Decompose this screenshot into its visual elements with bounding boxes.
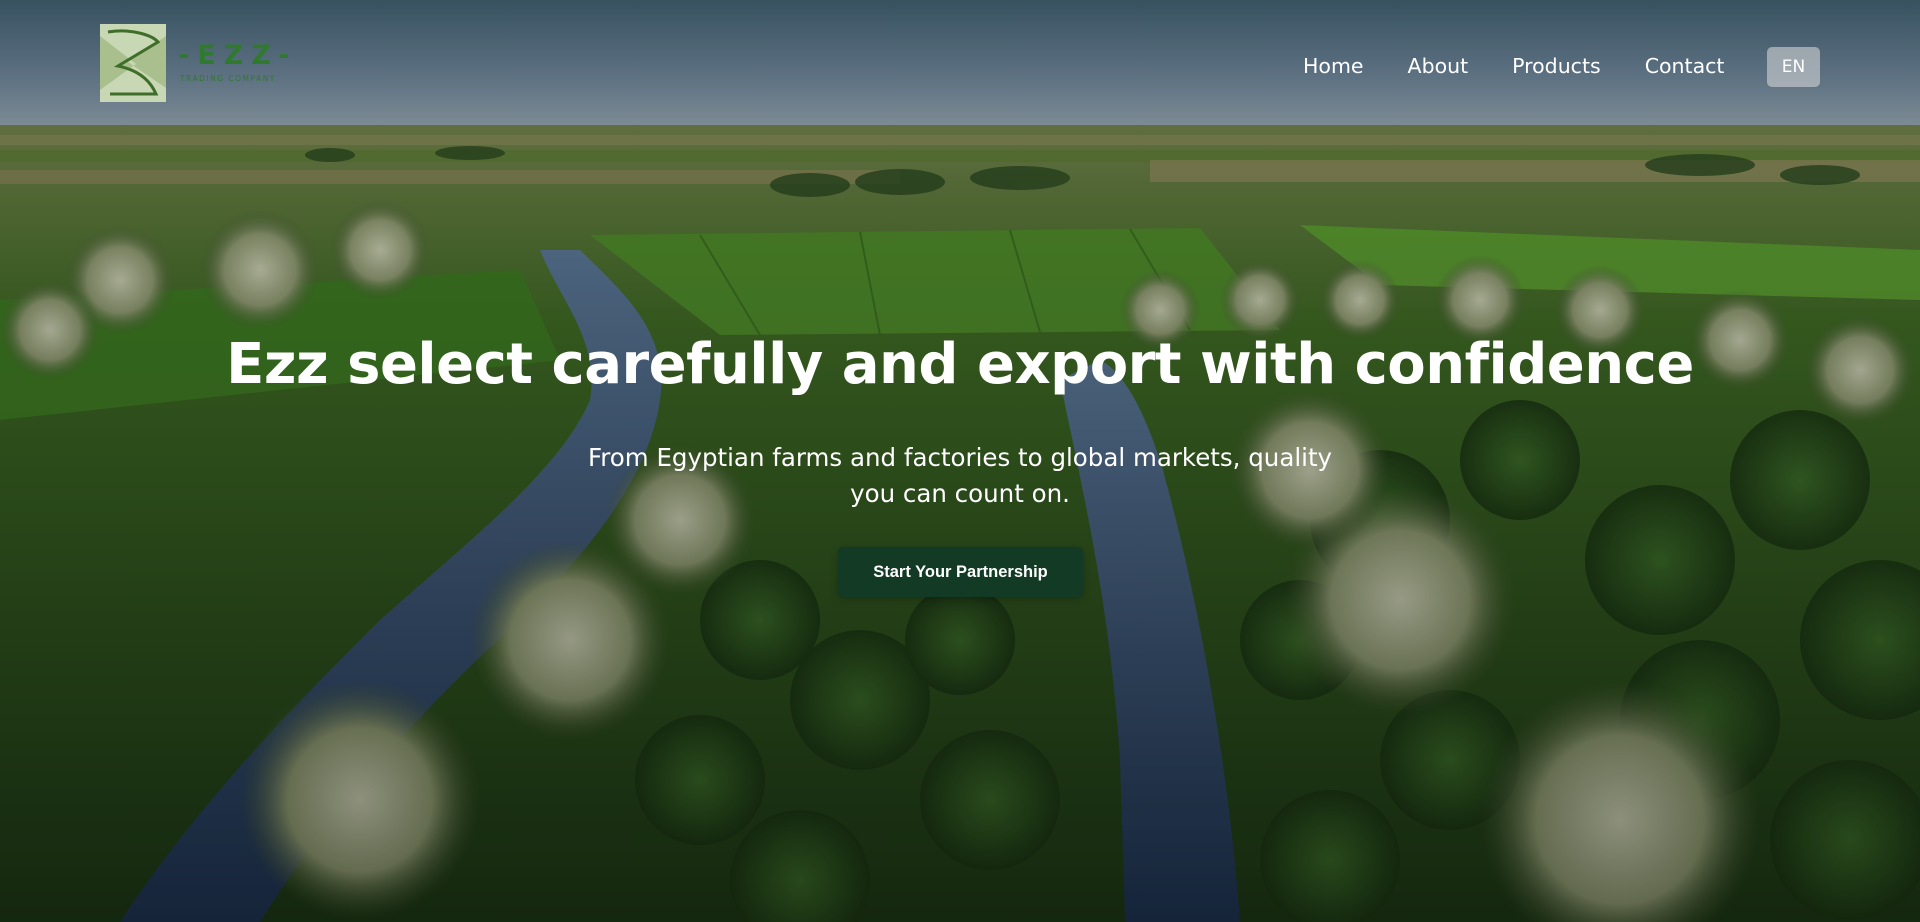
language-switcher[interactable]: EN bbox=[1767, 47, 1820, 87]
top-navigation: -EZZ- TRADING COMPANY Home About Product… bbox=[0, 0, 1920, 128]
company-logo[interactable]: -EZZ- TRADING COMPANY bbox=[98, 22, 298, 106]
nav-products-link[interactable]: Products bbox=[1512, 53, 1601, 79]
logo-wordmark: -EZZ- bbox=[178, 40, 298, 71]
main-menu: Home About Products Contact bbox=[1303, 53, 1768, 79]
hero-subtitle: From Egyptian farms and factories to glo… bbox=[587, 443, 1333, 508]
logo-tagline: TRADING COMPANY bbox=[180, 74, 276, 83]
hero-title: Ezz select carefully and export with con… bbox=[226, 332, 1694, 397]
start-partnership-button[interactable]: Start Your Partnership bbox=[838, 547, 1083, 597]
nav-contact-link[interactable]: Contact bbox=[1645, 53, 1725, 79]
hero-section: -EZZ- TRADING COMPANY Home About Product… bbox=[0, 0, 1920, 922]
ezz-logo-icon bbox=[100, 24, 166, 102]
nav-home-link[interactable]: Home bbox=[1303, 53, 1364, 79]
nav-about-link[interactable]: About bbox=[1408, 53, 1469, 79]
